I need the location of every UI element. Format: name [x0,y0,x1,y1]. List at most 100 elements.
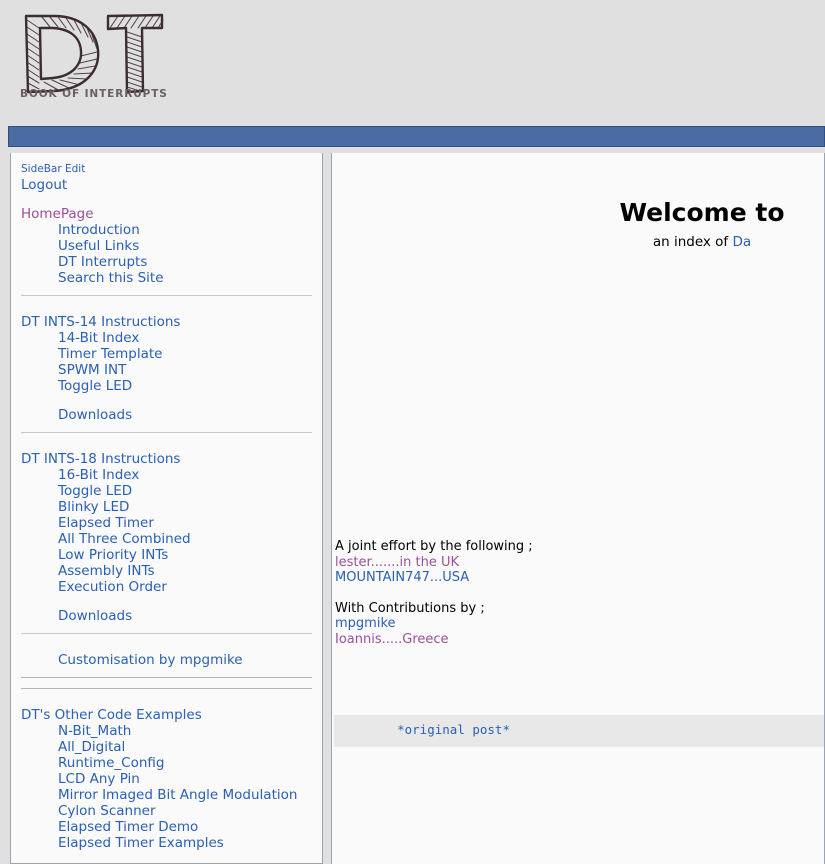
logo-subtitle: BOOK OF INTERRUPTS [20,88,168,100]
welcome-block: Welcome to an index of Da [332,172,824,250]
credits-block: A joint effort by the following ; lester… [335,539,533,647]
sidebar-item-label: Cylon Scanner [58,803,156,819]
sidebar-content: SideBar Edit Logout HomePage Introductio… [11,153,322,851]
credit-link-ioannis[interactable]: Ioannis.....Greece [335,632,533,648]
credit-link-label: MOUNTAIN747...USA [335,570,470,585]
sidebar-group-heading-ints14[interactable]: DT INTS-14 Instructions [11,314,322,330]
top-navigation-bar[interactable] [8,126,825,147]
page-title: Welcome to [619,198,785,227]
sidebar-group-heading-homepage[interactable]: HomePage [11,206,322,222]
sidebar-item-label: Timer Template [58,346,163,362]
sidebar-item-toggle-led-18[interactable]: Toggle LED [11,483,322,499]
sidebar-item-label: SPWM INT [58,362,127,378]
sidebar-divider [21,432,312,433]
credit-link-label: lester.......in the UK [335,554,460,570]
dt-sketch-logo-icon [24,13,164,94]
sidebar-item-all-digital[interactable]: All_Digital [11,739,322,755]
sidebar-item-label: Search this Site [58,270,164,286]
sidebar-item-label: 14-Bit Index [58,330,140,346]
sidebar-item-label: DT Interrupts [58,254,148,270]
site-header: BOOK OF INTERRUPTS [0,0,825,118]
sidebar-item-lcd-any-pin[interactable]: LCD Any Pin [11,771,322,787]
sidebar-item-16-bit-index[interactable]: 16-Bit Index [11,467,322,483]
credit-link-lester[interactable]: lester.......in the UK [335,555,533,571]
credit-link-label: Ioannis.....Greece [335,631,449,647]
sidebar-item-elapsed-timer-demo[interactable]: Elapsed Timer Demo [11,819,322,835]
sidebar-item-execution-order[interactable]: Execution Order [11,579,322,595]
sidebar-item-toggle-led-14[interactable]: Toggle LED [11,378,322,394]
sidebar-item-search-this-site[interactable]: Search this Site [11,270,322,286]
sidebar-divider [21,688,312,689]
sidebar-item-logout[interactable]: Logout [11,177,322,193]
sidebar-item-blinky-led[interactable]: Blinky LED [11,499,322,515]
sidebar-item-label: Mirror Imaged Bit Angle Modulation [58,787,298,803]
sidebar-item-downloads-18[interactable]: Downloads [11,608,322,624]
sidebar-item-dt-interrupts[interactable]: DT Interrupts [11,254,322,270]
sidebar-item-label: Introduction [58,222,140,238]
sidebar-divider [21,295,312,296]
sidebar-item-mirror-imaged-bam[interactable]: Mirror Imaged Bit Angle Modulation [11,787,322,803]
sidebar-item-label: Execution Order [58,579,167,595]
joint-effort-label: A joint effort by the following ; [335,539,533,554]
sidebar-item-label: All Three Combined [58,531,191,547]
sidebar-item-label: 16-Bit Index [58,467,140,483]
sidebar-item-label: Blinky LED [58,499,130,515]
credits-spacer [335,586,533,601]
sidebar-item-label: Logout [21,177,68,193]
sidebar-item-low-priority-ints[interactable]: Low Priority INTs [11,547,322,563]
sidebar-item-label: SideBar Edit [21,163,86,175]
sidebar-item-spwm-int[interactable]: SPWM INT [11,362,322,378]
sidebar-item-n-bit-math[interactable]: N-Bit_Math [11,723,322,739]
code-block-text: *original post* [367,722,510,737]
sidebar-item-label: All_Digital [58,739,126,755]
sidebar-item-label: Runtime_Config [58,755,165,771]
credit-link-label: mpgmike [335,616,396,631]
sidebar-item-label: Elapsed Timer Examples [58,835,224,851]
page-subtitle-prefix: an index of [652,234,733,250]
sidebar-group-heading-label: DT's Other Code Examples [21,707,202,723]
sidebar-item-label: Toggle LED [58,483,133,499]
credit-link-mountain747[interactable]: MOUNTAIN747...USA [335,570,533,586]
code-block: *original post* [334,715,824,747]
sidebar-item-label: Assembly INTs [58,563,155,579]
sidebar-item-runtime-config[interactable]: Runtime_Config [11,755,322,771]
sidebar-item-useful-links[interactable]: Useful Links [11,238,322,254]
sidebar-group-heading-ints18[interactable]: DT INTS-18 Instructions [11,451,322,467]
page-root: BOOK OF INTERRUPTS Menu SideBar Edit Log… [0,0,825,864]
sidebar-item-timer-template[interactable]: Timer Template [11,346,322,362]
sidebar-item-label: Useful Links [58,238,140,254]
sidebar-item-label: Elapsed Timer Demo [58,819,199,835]
sidebar-item-label: LCD Any Pin [58,771,140,787]
sidebar-item-label: Elapsed Timer [58,515,154,531]
sidebar-group-heading-label: HomePage [21,206,94,222]
sidebar-item-label: Downloads [58,407,133,423]
sidebar-item-all-three-combined[interactable]: All Three Combined [11,531,322,547]
sidebar-item-customisation-credit[interactable]: Customisation by mpgmike [11,652,322,668]
sidebar-item-label: N-Bit_Math [58,723,132,739]
sidebar-item-assembly-ints[interactable]: Assembly INTs [11,563,322,579]
sidebar-item-sidebar-edit[interactable]: SideBar Edit [11,162,322,177]
main-content-panel: Welcome to an index of Da A joint effort… [331,153,825,864]
sidebar-group-heading-label: DT INTS-14 Instructions [21,314,181,330]
sidebar-item-cylon-scanner[interactable]: Cylon Scanner [11,803,322,819]
sidebar-group-heading-other-examples[interactable]: DT's Other Code Examples [11,707,322,723]
sidebar-item-elapsed-timer-examples[interactable]: Elapsed Timer Examples [11,835,322,851]
credit-link-mpgmike[interactable]: mpgmike [335,616,533,632]
sidebar-item-downloads-14[interactable]: Downloads [11,407,322,423]
sidebar-divider [21,677,312,678]
sidebar-item-label: Low Priority INTs [58,547,169,563]
sidebar-item-14-bit-index[interactable]: 14-Bit Index [11,330,322,346]
sidebar-item-introduction[interactable]: Introduction [11,222,322,238]
sidebar-item-elapsed-timer[interactable]: Elapsed Timer [11,515,322,531]
page-subtitle-link[interactable]: Da [732,234,751,250]
sidebar-item-label: Toggle LED [58,378,133,394]
main-content-body: Welcome to an index of Da A joint effort… [332,153,824,845]
sidebar-divider [21,633,312,634]
